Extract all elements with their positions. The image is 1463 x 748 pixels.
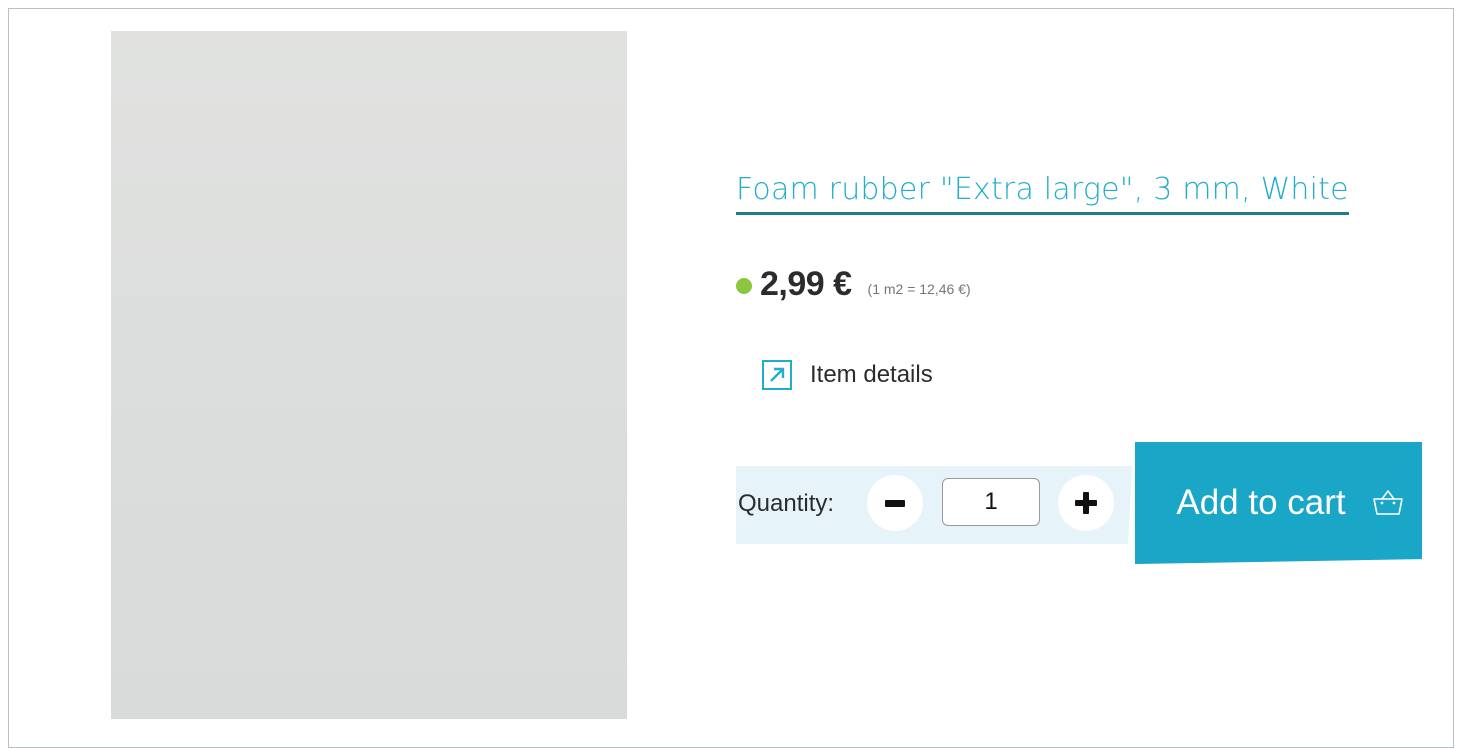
item-details-label: Item details: [810, 361, 933, 388]
minus-icon: [885, 499, 905, 507]
item-details-link[interactable]: Item details: [762, 357, 933, 393]
quantity-decrease-button[interactable]: [867, 475, 923, 531]
quantity-input[interactable]: [942, 478, 1040, 526]
plus-icon: [1075, 492, 1097, 514]
product-image[interactable]: [111, 31, 627, 719]
product-card: [8, 8, 1454, 748]
availability-dot-icon: [736, 278, 752, 294]
price: 2,99 €: [760, 264, 852, 303]
quantity-increase-button[interactable]: [1058, 475, 1114, 531]
unit-price: (1 m2 = 12,46 €): [867, 281, 971, 297]
external-link-arrow-icon: [762, 360, 792, 390]
add-to-cart-label: Add to cart: [1176, 483, 1346, 522]
add-to-cart-button[interactable]: Add to cart: [1135, 442, 1422, 564]
product-title-link[interactable]: Foam rubber "Extra large", 3 mm, White: [736, 170, 1349, 215]
quantity-label: Quantity:: [738, 490, 835, 517]
price-row: 2,99 € (1 m2 = 12,46 €): [736, 262, 971, 306]
basket-icon: [1371, 488, 1405, 518]
